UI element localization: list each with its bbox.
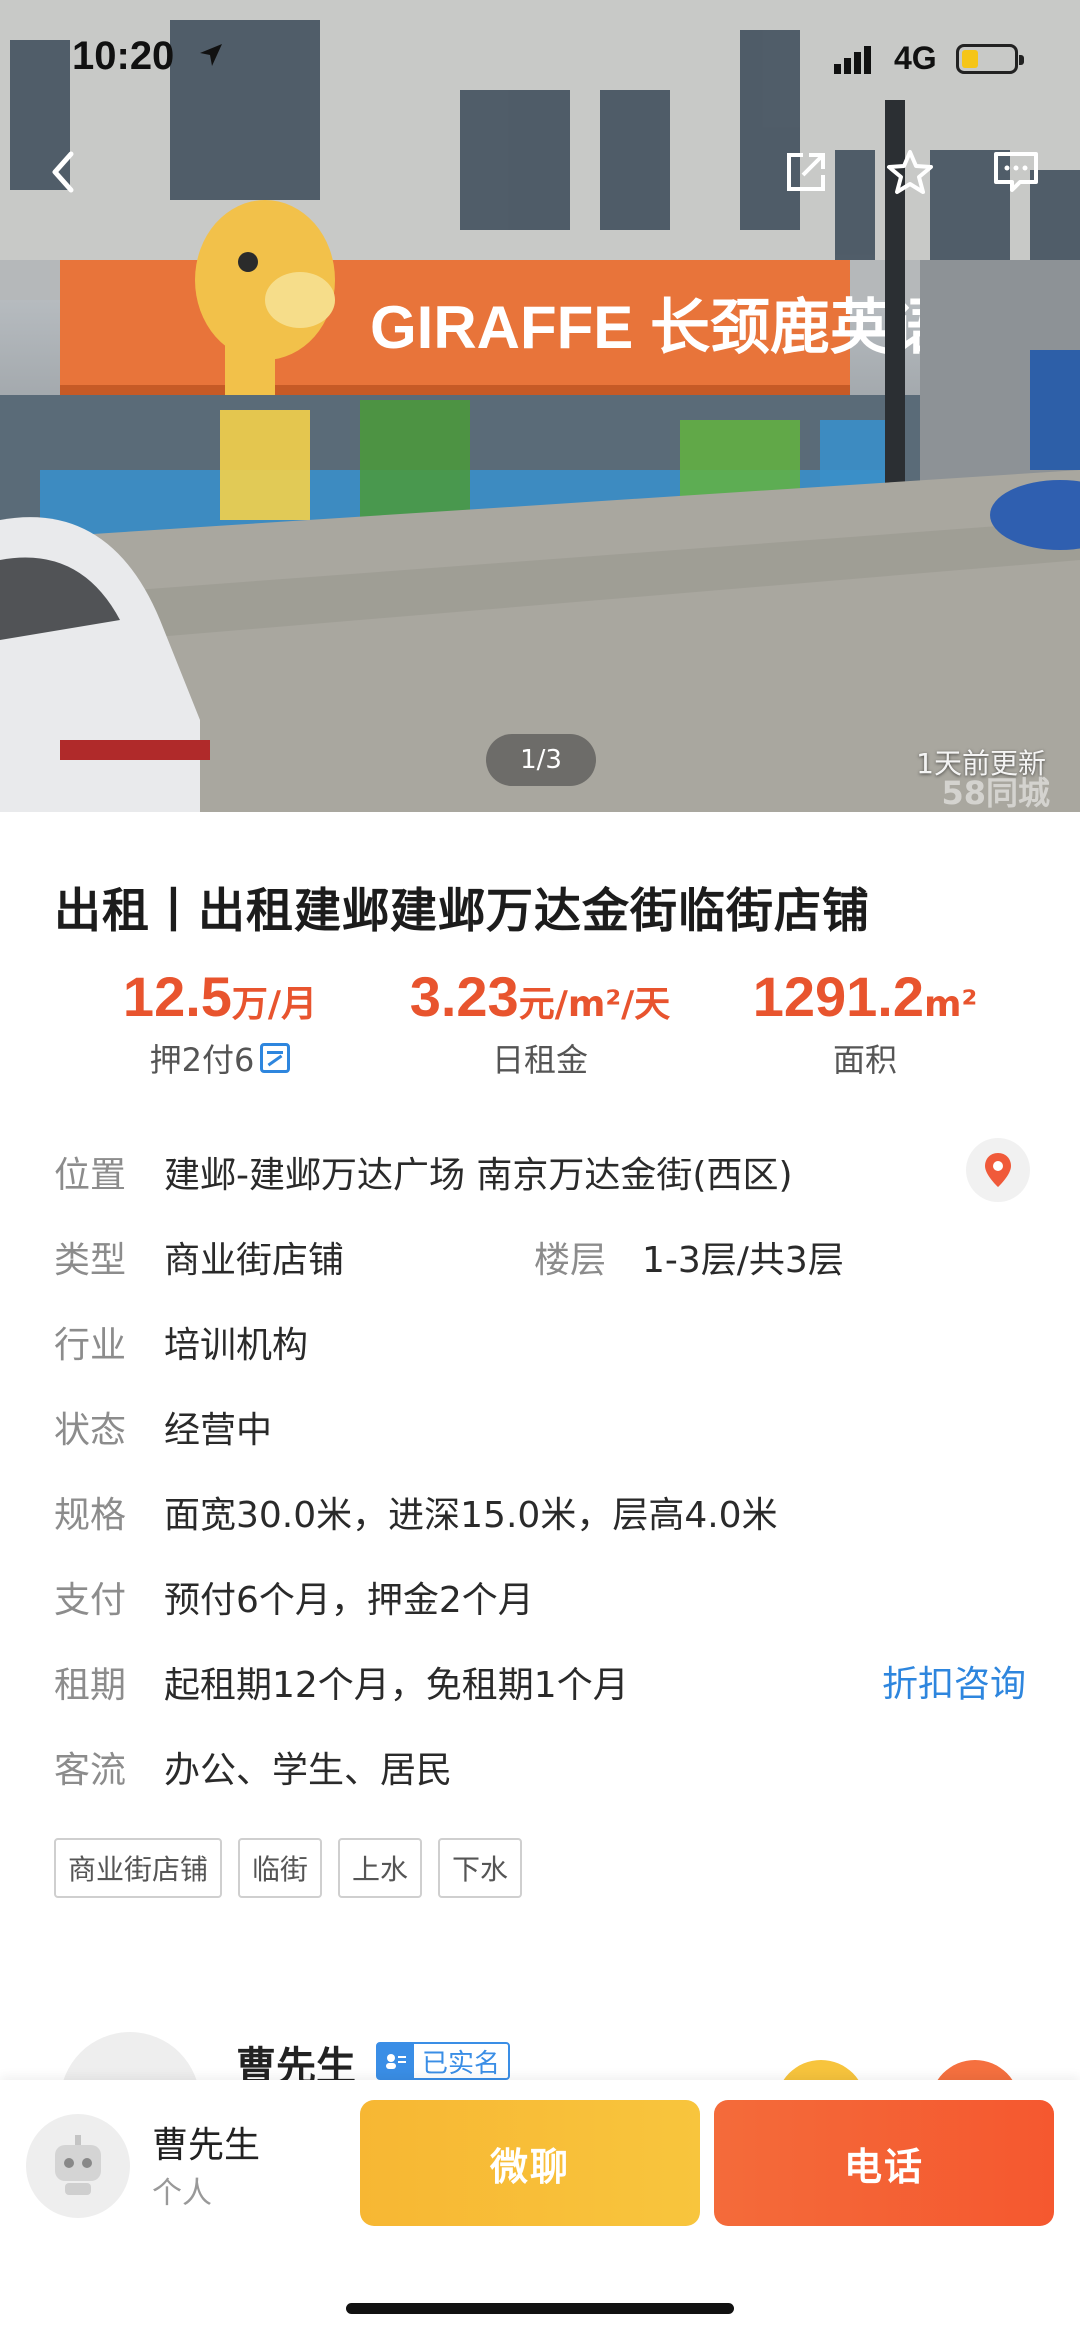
chat-bubble-icon bbox=[994, 152, 1038, 192]
chat-button[interactable]: 微聊 bbox=[360, 2100, 700, 2226]
calculator-icon[interactable] bbox=[260, 1043, 291, 1073]
daily-rent-unit: 元/m²/天 bbox=[518, 984, 671, 1025]
back-button[interactable] bbox=[28, 136, 100, 208]
detail-spec: 规格 面宽30.0米，进深15.0米，层高4.0米 bbox=[54, 1486, 778, 1538]
star-icon bbox=[887, 150, 933, 194]
map-pin-button[interactable] bbox=[966, 1138, 1030, 1202]
rent-unit: 万/月 bbox=[231, 984, 318, 1025]
listing-photo-gallery[interactable]: GIRAFFE 长颈鹿英语 10:20 4G 1/3 1天前更新 58同城 bbox=[0, 0, 1080, 812]
storefront-photo: GIRAFFE 长颈鹿英语 bbox=[0, 0, 1080, 812]
detail-value-floor: 1-3层/共3层 bbox=[642, 1240, 844, 1281]
detail-value: 建邺-建邺万达广场 南京万达金街(西区) bbox=[164, 1155, 793, 1196]
tag: 临街 bbox=[238, 1838, 323, 1898]
detail-value: 商业街店铺 bbox=[164, 1240, 345, 1281]
contact-role: 个人 bbox=[152, 2176, 212, 2211]
share-button[interactable] bbox=[770, 136, 842, 208]
detail-status: 状态 经营中 bbox=[54, 1401, 272, 1453]
photo-page-indicator: 1/3 bbox=[486, 734, 596, 786]
agent-name: 曹先生 bbox=[236, 2044, 356, 2080]
detail-location[interactable]: 位置 建邺-建邺万达广场 南京万达金街(西区) bbox=[54, 1146, 793, 1198]
detail-key: 支付 bbox=[54, 1580, 127, 1621]
detail-value: 办公、学生、居民 bbox=[164, 1750, 453, 1791]
network-type: 4G bbox=[894, 40, 937, 76]
avatar bbox=[60, 2032, 200, 2080]
daily-rent-label: 日租金 bbox=[491, 1041, 588, 1079]
detail-lease: 租期 起租期12个月，免租期1个月 bbox=[54, 1656, 629, 1708]
verified-badge: 已实名 bbox=[376, 2042, 511, 2080]
status-time: 10:20 bbox=[72, 34, 175, 78]
tag: 下水 bbox=[438, 1838, 523, 1898]
call-circle-button[interactable] bbox=[930, 2060, 1020, 2080]
detail-value: 经营中 bbox=[164, 1410, 273, 1451]
avatar[interactable] bbox=[26, 2114, 130, 2218]
stat-area: 1291.2m² 面积 bbox=[740, 964, 990, 1081]
tag: 上水 bbox=[338, 1838, 423, 1898]
detail-key: 状态 bbox=[54, 1410, 127, 1451]
signal-icon bbox=[834, 46, 871, 74]
svg-text:GIRAFFE 长颈鹿英语: GIRAFFE 长颈鹿英语 bbox=[370, 294, 950, 361]
rent-label: 押2付6 bbox=[149, 1041, 255, 1079]
map-pin-icon bbox=[985, 1153, 1011, 1187]
detail-value: 起租期12个月，免租期1个月 bbox=[164, 1665, 629, 1706]
detail-key: 客流 bbox=[54, 1750, 127, 1791]
message-button[interactable] bbox=[980, 136, 1052, 208]
contact-name: 曹先生 bbox=[152, 2125, 261, 2166]
share-icon bbox=[787, 153, 825, 191]
bottom-action-bar: 曹先生 个人 微聊 电话 bbox=[0, 2080, 1080, 2337]
detail-industry: 行业 培训机构 bbox=[54, 1316, 308, 1368]
call-button[interactable]: 电话 bbox=[714, 2100, 1054, 2226]
stat-daily-rent: 3.23元/m²/天 日租金 bbox=[390, 964, 690, 1081]
tag: 商业街店铺 bbox=[54, 1838, 223, 1898]
chat-circle-button[interactable] bbox=[776, 2060, 866, 2080]
detail-key: 规格 bbox=[54, 1495, 127, 1536]
detail-key: 行业 bbox=[54, 1325, 127, 1366]
stat-rent: 12.5万/月 押2付6 bbox=[100, 964, 340, 1081]
detail-traffic: 客流 办公、学生、居民 bbox=[54, 1741, 452, 1793]
status-bar: 10:20 4G bbox=[0, 0, 1080, 120]
detail-key-floor: 楼层 bbox=[534, 1240, 607, 1281]
rent-value: 12.5 bbox=[122, 965, 232, 1028]
detail-type: 类型 商业街店铺 楼层 1-3层/共3层 bbox=[54, 1231, 844, 1283]
daily-rent-value: 3.23 bbox=[409, 965, 519, 1028]
home-indicator[interactable] bbox=[346, 2303, 734, 2314]
detail-payment: 支付 预付6个月，押金2个月 bbox=[54, 1571, 534, 1623]
id-card-icon bbox=[378, 2044, 414, 2078]
detail-key: 租期 bbox=[54, 1665, 127, 1706]
chevron-left-icon bbox=[52, 151, 74, 193]
area-value: 1291.2 bbox=[752, 965, 924, 1028]
robot-avatar-icon bbox=[55, 2135, 101, 2195]
verified-label: 已实名 bbox=[422, 2048, 501, 2079]
listing-title: 出租丨出租建邺建邺万达金街临街店铺 bbox=[54, 884, 870, 939]
area-unit: m² bbox=[924, 984, 978, 1025]
location-arrow-icon bbox=[200, 44, 222, 66]
agent-card[interactable]: 曹先生 已实名 bbox=[0, 2020, 1080, 2080]
battery-icon bbox=[956, 44, 1024, 74]
detail-value: 培训机构 bbox=[164, 1325, 309, 1366]
area-label: 面积 bbox=[832, 1041, 897, 1079]
detail-value: 面宽30.0米，进深15.0米，层高4.0米 bbox=[164, 1495, 778, 1536]
watermark: 58同城 bbox=[941, 774, 1050, 812]
detail-key: 类型 bbox=[54, 1240, 127, 1281]
detail-value: 预付6个月，押金2个月 bbox=[164, 1580, 534, 1621]
tag-list: 商业街店铺 临街 上水 下水 bbox=[54, 1838, 523, 1898]
detail-key: 位置 bbox=[54, 1155, 127, 1196]
discount-consult-link[interactable]: 折扣咨询 bbox=[882, 1655, 1026, 1707]
favorite-button[interactable] bbox=[874, 136, 946, 208]
